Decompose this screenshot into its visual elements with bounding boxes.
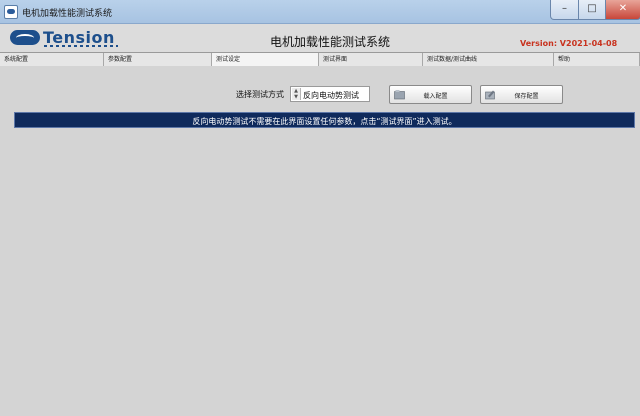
info-banner: 反向电动势测试不需要在此界面设置任何参数，点击“测试界面”进入测试。 — [14, 112, 635, 128]
test-mode-label: 选择测试方式 — [236, 90, 284, 99]
test-mode-select[interactable]: ▲ ▼ 反向电动势测试 — [290, 86, 370, 102]
tab-help[interactable]: 帮助 — [554, 53, 640, 66]
tab-label: 参数配置 — [108, 56, 133, 63]
system-title: 电机加载性能测试系统 — [270, 35, 391, 49]
info-banner-text: 反向电动势测试不需要在此界面设置任何参数，点击“测试界面”进入测试。 — [192, 117, 457, 126]
tab-bar: 系统配置 参数配置 测试设定 测试界面 测试数据/测试曲线 帮助 — [0, 52, 640, 67]
minimize-button[interactable]: – — [550, 0, 579, 20]
logo-mark-icon — [10, 30, 40, 45]
tension-logo: Tension — [10, 28, 120, 48]
tab-label: 帮助 — [558, 56, 571, 63]
save-config-button[interactable]: 保存配置 — [480, 85, 563, 104]
maximize-button[interactable]: □ — [578, 0, 606, 20]
tab-label: 系统配置 — [4, 56, 29, 63]
app-window: 电机加载性能测试系统 – □ ✕ Tension 电机加载性能测试系统 Vers… — [0, 0, 640, 416]
test-mode-value: 反向电动势测试 — [303, 91, 359, 100]
window-title: 电机加载性能测试系统 — [22, 9, 113, 19]
tab-label: 测试界面 — [323, 56, 348, 63]
tab-test-data-curves[interactable]: 测试数据/测试曲线 — [423, 53, 554, 66]
tab-test-interface[interactable]: 测试界面 — [319, 53, 423, 66]
tab-parameter-config[interactable]: 参数配置 — [104, 53, 212, 66]
spinner-arrows-icon[interactable]: ▲ ▼ — [292, 88, 301, 100]
logo-underline — [44, 45, 118, 47]
tab-system-config[interactable]: 系统配置 — [0, 53, 104, 66]
save-config-label: 保存配置 — [514, 93, 539, 100]
tab-label: 测试数据/测试曲线 — [427, 56, 478, 63]
tab-label: 测试设定 — [216, 56, 241, 63]
close-button[interactable]: ✕ — [605, 0, 640, 20]
version-label: Version: V2021-04-08 — [520, 39, 618, 48]
tab-test-setup[interactable]: 测试设定 — [212, 53, 319, 66]
load-config-label: 载入配置 — [423, 93, 448, 100]
app-icon — [4, 5, 18, 19]
title-bar[interactable]: 电机加载性能测试系统 – □ ✕ — [0, 0, 640, 24]
load-config-button[interactable]: 载入配置 — [389, 85, 472, 104]
